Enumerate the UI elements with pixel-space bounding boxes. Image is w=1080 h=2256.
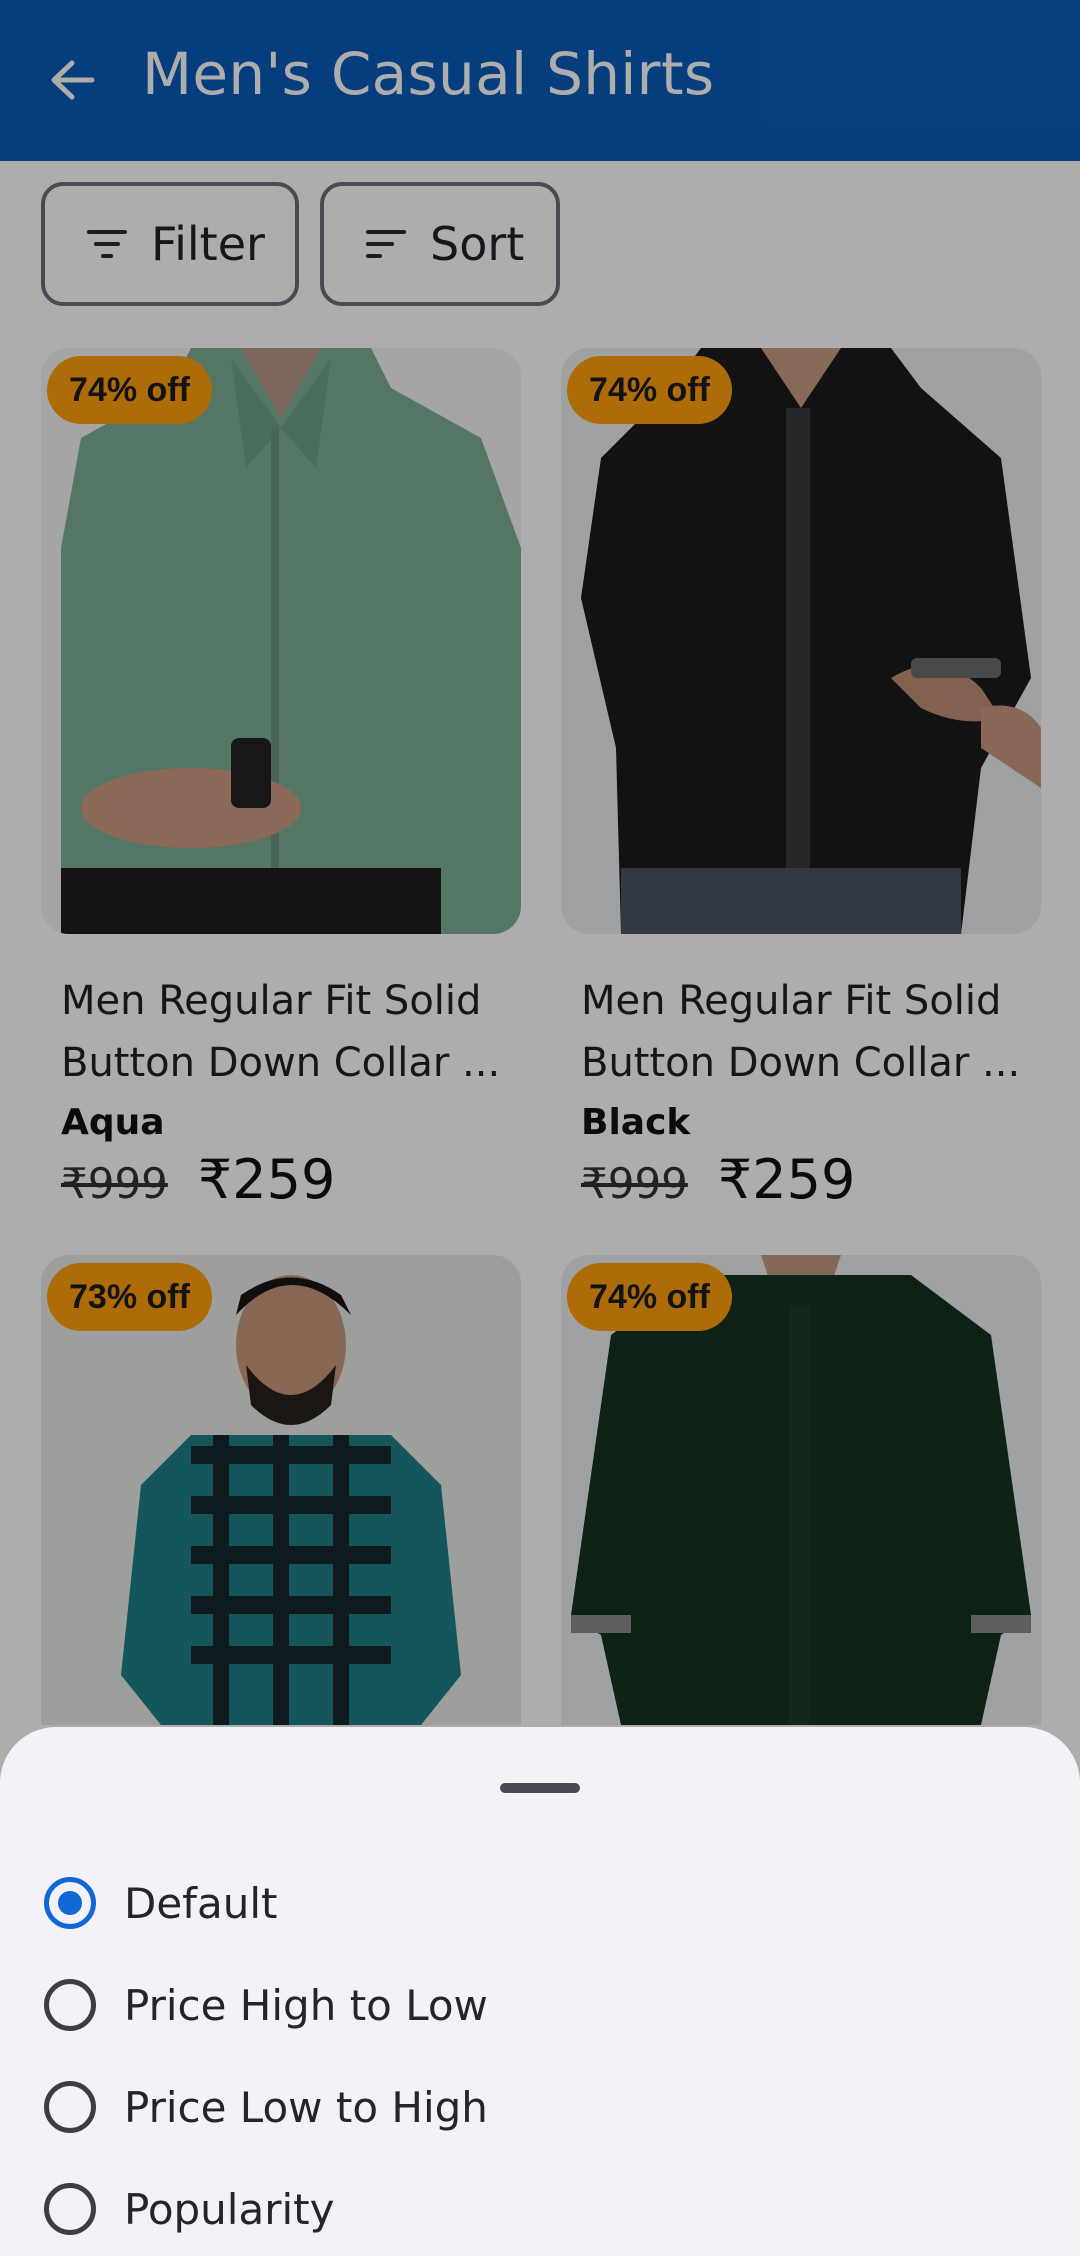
radio-unselected-icon[interactable] bbox=[44, 2183, 96, 2235]
option-label: Price Low to High bbox=[124, 2082, 488, 2132]
sort-option-price-low-to-high[interactable]: Price Low to High bbox=[44, 2062, 488, 2152]
sort-option-price-high-to-low[interactable]: Price High to Low bbox=[44, 1960, 488, 2050]
option-label: Price High to Low bbox=[124, 1980, 488, 2030]
drag-handle[interactable] bbox=[500, 1783, 580, 1793]
option-label: Default bbox=[124, 1878, 278, 1928]
option-label: Popularity bbox=[124, 2184, 335, 2234]
radio-selected-icon[interactable] bbox=[44, 1877, 96, 1929]
sort-option-popularity[interactable]: Popularity bbox=[44, 2164, 334, 2254]
radio-unselected-icon[interactable] bbox=[44, 2081, 96, 2133]
sort-option-default[interactable]: Default bbox=[44, 1858, 277, 1948]
radio-unselected-icon[interactable] bbox=[44, 1979, 96, 2031]
sort-bottom-sheet: Default Price High to Low Price Low to H… bbox=[0, 1727, 1080, 2256]
